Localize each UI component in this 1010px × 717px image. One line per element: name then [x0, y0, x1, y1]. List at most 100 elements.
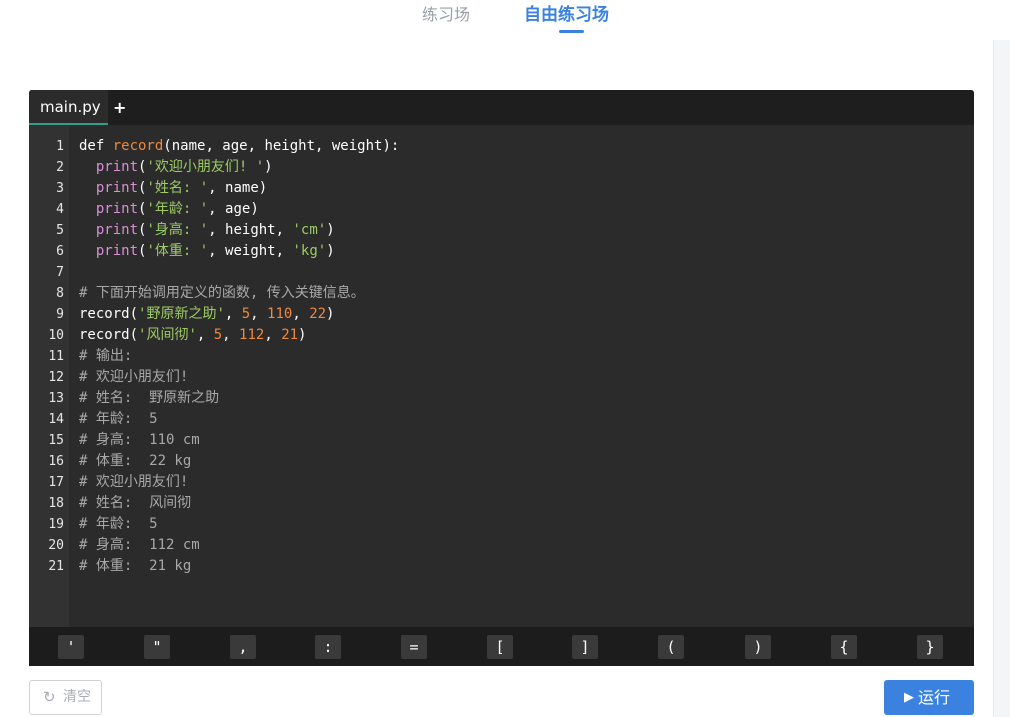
clear-button-label: 清空 — [63, 689, 91, 705]
code-text: # 体重: 22 kg — [79, 451, 191, 472]
symbol-left-bracket-button[interactable]: [ — [487, 635, 513, 659]
code-token: '体重: ' — [146, 243, 209, 259]
symbol-equals-button[interactable]: = — [401, 635, 427, 659]
line-number: 11 — [48, 349, 64, 364]
code-text: # 欢迎小朋友们! — [79, 367, 188, 388]
line-number: 16 — [48, 454, 64, 469]
code-text: # 欢迎小朋友们! — [79, 472, 188, 493]
code-line: 7 — [29, 262, 974, 283]
code-token: record( — [79, 327, 139, 343]
symbol-bar: ' " , : = [ ] ( ) { } — [29, 627, 974, 666]
code-token: 'cm' — [292, 222, 327, 238]
code-text: # 身高: 112 cm — [79, 535, 200, 556]
code-text: # 姓名: 野原新之助 — [79, 388, 219, 409]
code-text: # 输出: — [79, 346, 132, 367]
line-number: 2 — [56, 160, 64, 175]
code-text: # 年龄: 5 — [79, 514, 158, 535]
code-token: # 年龄: 5 — [79, 516, 158, 532]
code-text: # 下面开始调用定义的函数, 传入关键信息。 — [79, 283, 365, 304]
symbol-right-brace-button[interactable]: } — [917, 635, 943, 659]
code-token: , weight, — [208, 243, 293, 259]
code-token: ) — [326, 243, 335, 259]
code-token: , — [196, 327, 214, 343]
clear-button[interactable]: ↻ 清空 — [29, 680, 102, 715]
line-number: 18 — [48, 496, 64, 511]
scrollbar[interactable] — [993, 40, 1010, 717]
code-token: print — [95, 201, 139, 217]
code-token: , — [222, 327, 240, 343]
code-token: '姓名: ' — [146, 180, 209, 196]
line-number: 19 — [48, 517, 64, 532]
symbol-left-paren-button[interactable]: ( — [658, 635, 684, 659]
code-token: 5 — [213, 327, 223, 343]
code-line: 4 print('年龄: ', age) — [29, 199, 974, 220]
code-token: 5 — [241, 306, 251, 322]
line-number: 6 — [56, 244, 64, 259]
code-token: print — [95, 159, 139, 175]
line-number: 7 — [56, 265, 64, 280]
code-token: '身高: ' — [146, 222, 209, 238]
code-line: 14 # 年龄: 5 — [29, 409, 974, 430]
play-icon: ▶ — [904, 690, 914, 705]
code-token: '欢迎小朋友们! ' — [146, 159, 265, 175]
code-token: , — [250, 306, 268, 322]
code-token: print — [95, 243, 139, 259]
symbol-right-bracket-button[interactable]: ] — [572, 635, 598, 659]
tab-free-practice[interactable]: 自由练习场 — [524, 4, 609, 26]
symbol-colon-button[interactable]: : — [315, 635, 341, 659]
tab-practice[interactable]: 练习场 — [422, 4, 470, 26]
add-file-icon[interactable]: + — [113, 98, 126, 118]
editor-tabbar: main.py + — [29, 90, 974, 125]
code-line: 1 def record(name, age, height, weight): — [29, 136, 974, 157]
code-token: '年龄: ' — [146, 201, 209, 217]
symbol-double-quote-button[interactable]: " — [144, 635, 170, 659]
code-token: ) — [298, 327, 307, 343]
code-token: # 下面开始调用定义的函数, 传入关键信息。 — [79, 285, 365, 301]
active-tab-indicator — [559, 30, 584, 33]
line-number: 9 — [56, 307, 64, 322]
line-number: 14 — [48, 412, 64, 427]
code-line: 15 # 身高: 110 cm — [29, 430, 974, 451]
code-line: 18 # 姓名: 风间彻 — [29, 493, 974, 514]
code-token: # 欢迎小朋友们! — [79, 369, 189, 385]
code-token: 21 — [281, 327, 299, 343]
line-number: 15 — [48, 433, 64, 448]
code-line: 5 print('身高: ', height, 'cm') — [29, 220, 974, 241]
code-line: 9 record('野原新之助', 5, 110, 22) — [29, 304, 974, 325]
line-number: 17 — [48, 475, 64, 490]
code-line: 10 record('风间彻', 5, 112, 21) — [29, 325, 974, 346]
code-line: 6 print('体重: ', weight, 'kg') — [29, 241, 974, 262]
code-line: 17 # 欢迎小朋友们! — [29, 472, 974, 493]
code-token: 112 — [239, 327, 265, 343]
run-button[interactable]: ▶ 运行 — [884, 680, 974, 715]
code-token: ) — [326, 222, 335, 238]
code-token: , — [224, 306, 242, 322]
code-token: , name) — [208, 180, 268, 196]
symbol-right-paren-button[interactable]: ) — [745, 635, 771, 659]
symbol-left-brace-button[interactable]: { — [831, 635, 857, 659]
symbol-single-quote-button[interactable]: ' — [58, 635, 84, 659]
line-number: 12 — [48, 370, 64, 385]
code-token: , height, — [208, 222, 293, 238]
code-token: (name, age, height, weight): — [163, 138, 400, 154]
code-text: # 姓名: 风间彻 — [79, 493, 191, 514]
code-token: # 姓名: 野原新之助 — [79, 390, 220, 406]
code-token: , — [292, 306, 310, 322]
code-token: ) — [264, 159, 273, 175]
file-tab-main-py[interactable]: main.py — [29, 90, 108, 125]
code-line: 21 # 体重: 21 kg — [29, 556, 974, 577]
code-line: 19 # 年龄: 5 — [29, 514, 974, 535]
symbol-comma-button[interactable]: , — [230, 635, 256, 659]
code-token: # 体重: 22 kg — [79, 453, 192, 469]
line-number: 4 — [56, 202, 64, 217]
code-text: record('风间彻', 5, 112, 21) — [79, 325, 306, 346]
code-line: 8 # 下面开始调用定义的函数, 传入关键信息。 — [29, 283, 974, 304]
code-line: 3 print('姓名: ', name) — [29, 178, 974, 199]
code-text: # 体重: 21 kg — [79, 556, 191, 577]
line-number: 21 — [48, 559, 64, 574]
code-token: record( — [79, 306, 139, 322]
